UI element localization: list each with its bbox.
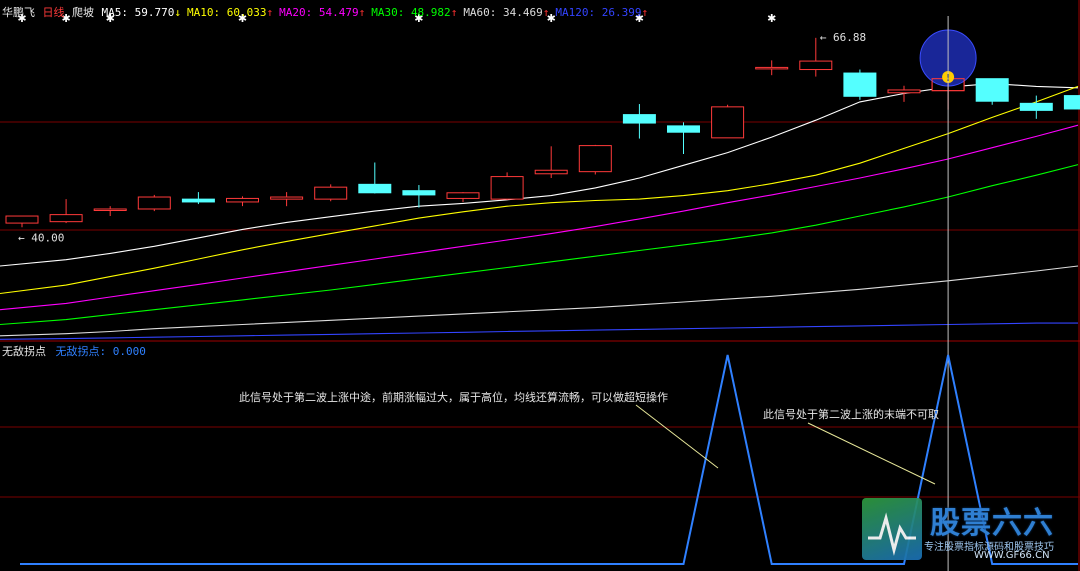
star-mark-icon: ✱: [767, 12, 776, 25]
candle-body: [137, 196, 171, 210]
candle-body: [270, 196, 304, 200]
candlestick: [887, 85, 921, 102]
ma-trend-arrow: ↑: [542, 6, 550, 19]
candlestick: [270, 192, 304, 207]
watermark-url: WWW.GF66.CN: [974, 550, 1050, 561]
mode-label[interactable]: 爬坡: [72, 6, 94, 19]
candle-body: [975, 78, 1009, 102]
period-label[interactable]: 日线: [43, 6, 65, 19]
annotation-note-2: 此信号处于第二波上涨的末端不可取: [763, 408, 939, 421]
ma-legend-item: MA120: 26.399↑: [555, 6, 649, 19]
candle-body: [358, 183, 392, 194]
ma-trend-arrow: ↓: [174, 6, 181, 19]
candlestick: [49, 199, 83, 224]
candlestick: [755, 60, 789, 76]
candlestick: [5, 215, 39, 228]
ma-trend-arrow: ↑: [641, 6, 649, 19]
candle-body: [578, 145, 612, 173]
annotation-pointer-2: [807, 422, 936, 485]
candlestick: [137, 194, 171, 212]
high-price-label: ← 66.88: [820, 31, 866, 44]
main-chart-header: 华鹏飞 日线 爬坡 MA5: 59.770↓ MA10: 60.033↑ MA20:…: [2, 4, 658, 20]
candle-body: [755, 66, 789, 70]
candle-body: [446, 192, 480, 199]
ma-legend-item: MA5: 59.770↓: [101, 6, 181, 19]
ma-legend-item: MA20: 54.479↑: [279, 6, 366, 19]
ma-legend-item: MA60: 34.469↑: [463, 6, 550, 19]
candlestick: [975, 78, 1009, 105]
annotation-note-1: 此信号处于第二波上涨中途，前期涨幅过大，属于高位，均线还算流畅，可以做超短操作: [239, 391, 668, 404]
watermark-logo-icon: [862, 498, 922, 560]
candle-body: [402, 190, 436, 196]
candle-body: [667, 125, 700, 133]
ma-trend-arrow: ↑: [358, 6, 366, 19]
ma-line-ma10: [0, 85, 1079, 295]
candle-body: [226, 197, 259, 203]
candle-body: [534, 169, 568, 175]
ma-line-ma20: [0, 124, 1079, 311]
candlestick: [622, 104, 656, 139]
candle-body: [93, 208, 127, 211]
candle-body: [622, 114, 656, 124]
candlestick: [358, 162, 392, 194]
ma-trend-arrow: ↑: [266, 6, 274, 19]
low-price-label: ← 40.00: [18, 231, 64, 244]
candle-body: [5, 215, 39, 224]
watermark: 股票六六 专注股票指标源码和股票技巧 WWW.GF66.CN: [862, 498, 1072, 564]
ma-trend-arrow: ↑: [450, 6, 458, 19]
candle-body: [887, 89, 921, 94]
candle-body: [1019, 102, 1053, 111]
candle-body: [49, 214, 83, 223]
candle-body: [181, 198, 215, 203]
candlestick: [578, 144, 612, 175]
candle-body: [314, 186, 348, 200]
candlestick: [93, 206, 127, 217]
stock-name[interactable]: 华鹏飞: [2, 6, 35, 19]
candlestick: [1063, 94, 1080, 110]
indicator-value: 无敌拐点: 0.000: [55, 345, 146, 358]
ma-line-ma5: [0, 83, 1079, 267]
watermark-title: 股票六六: [930, 506, 1054, 541]
candlestick: [446, 192, 480, 202]
candlestick: [534, 146, 568, 178]
candlestick: [402, 185, 436, 208]
ma-legend-item: MA30: 48.982↑: [371, 6, 458, 19]
candle-body: [799, 60, 833, 71]
stock-chart[interactable]: ✱✱✱✱✱✱✱✱← 66.88← 40.00!: [0, 0, 1080, 571]
indicator-name: 无敌拐点: [2, 345, 46, 358]
candlestick: [314, 184, 348, 202]
candlestick: [181, 192, 215, 205]
candlestick: [843, 69, 877, 100]
candlestick: [1019, 95, 1053, 119]
annotation-pointer-1: [635, 404, 719, 469]
candlestick: [226, 196, 259, 207]
candle-body: [1063, 95, 1080, 110]
ma-legend-item: MA10: 60.033↑: [186, 6, 274, 19]
candle-body: [711, 106, 745, 139]
ma-line-ma120: [0, 322, 1078, 340]
candlestick: [490, 172, 524, 200]
candlestick: [667, 122, 700, 155]
candle-body: [843, 72, 877, 97]
candlestick: [711, 104, 745, 139]
candle-body: [490, 176, 524, 200]
ma-legend: MA5: 59.770↓ MA10: 60.033↑ MA20: 54.479↑ MA…: [102, 6, 655, 19]
indicator-header: 无敌拐点 无敌拐点: 0.000: [2, 343, 146, 359]
